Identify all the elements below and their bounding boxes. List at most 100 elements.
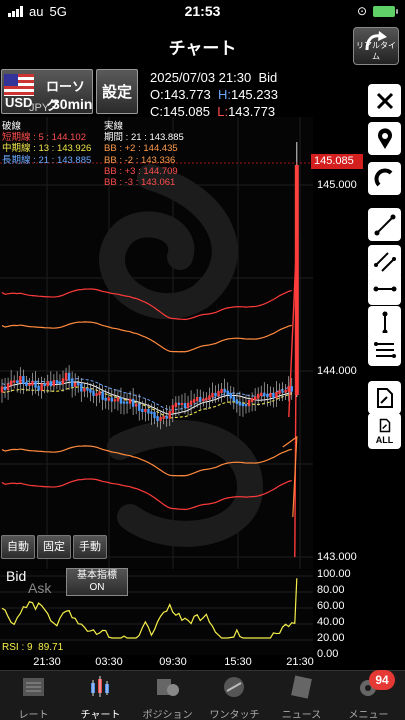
ask-label: Ask bbox=[28, 580, 52, 596]
candle-body bbox=[217, 391, 220, 397]
candle-body bbox=[13, 380, 16, 383]
fibonacci-button[interactable] bbox=[368, 333, 401, 366]
line-icon bbox=[374, 214, 395, 235]
tab-label: レート bbox=[18, 710, 49, 720]
candle-body bbox=[119, 397, 123, 404]
pin-icon bbox=[377, 127, 392, 149]
candle-body bbox=[278, 390, 281, 394]
price-axis: 145.000 144.000 143.000 100.00 80.00 60.… bbox=[313, 117, 363, 660]
candle-body bbox=[89, 388, 92, 393]
tab-bar: レート チャート ポジション ワンタッチ ニュース メニュー bbox=[0, 670, 405, 720]
tab-label: チャート bbox=[80, 710, 121, 720]
candle-body bbox=[6, 383, 10, 391]
candle-body bbox=[269, 393, 272, 398]
open-label: O: bbox=[150, 87, 164, 102]
delete-icon bbox=[376, 387, 393, 408]
ma-legend: 破線 短期線 : 5 : 144.102 中期線 : 13 : 143.926 … bbox=[2, 121, 91, 166]
news-icon bbox=[291, 675, 312, 699]
candle-body bbox=[138, 403, 141, 411]
price-tick: 145.000 bbox=[317, 179, 357, 191]
indicator-toggle-state: ON bbox=[89, 582, 105, 593]
candle-body bbox=[214, 392, 217, 397]
tab-label: メニュー bbox=[348, 710, 389, 720]
auto-scale-button[interactable]: 自動 bbox=[1, 535, 35, 559]
usd-flag-icon bbox=[4, 74, 34, 96]
candle-body bbox=[250, 398, 254, 402]
ma-value: 143.885 bbox=[56, 154, 92, 166]
candle-body bbox=[180, 402, 184, 406]
delete-all-button[interactable]: ALL bbox=[368, 413, 401, 449]
price-tick: 144.000 bbox=[317, 365, 357, 377]
time-tick: 03:30 bbox=[95, 656, 123, 668]
bb-upper-2-line bbox=[1, 321, 292, 353]
horizontal-line-button[interactable] bbox=[368, 272, 401, 305]
tab-label: ワンタッチ bbox=[209, 710, 260, 720]
bb-period-label: 期間 bbox=[104, 132, 124, 144]
candle-body bbox=[253, 396, 257, 401]
candle-body bbox=[34, 381, 37, 388]
candle-body bbox=[101, 391, 104, 400]
indicator-toggle-button[interactable]: 基本指標 ON bbox=[66, 568, 128, 596]
sell-buy-icon bbox=[224, 677, 244, 697]
bb-legend-row: BB : +3 : 144.709 bbox=[104, 165, 178, 177]
candle-body bbox=[205, 397, 208, 401]
candle-body bbox=[16, 380, 19, 384]
bb-period: 21 bbox=[130, 132, 142, 144]
candle-body bbox=[165, 415, 168, 419]
delete-drawing-button[interactable] bbox=[368, 381, 401, 414]
candle-body bbox=[232, 396, 235, 402]
bb-legend-row: BB : -3 : 143.061 bbox=[104, 177, 176, 189]
candle-body bbox=[110, 397, 113, 402]
bb-value: 144.435 bbox=[143, 143, 178, 155]
bb-sigma: +3 bbox=[124, 165, 136, 177]
fixed-scale-button[interactable]: 固定 bbox=[37, 535, 71, 559]
nav-bar: チャート リアルタイム bbox=[0, 24, 405, 68]
bb-label: BB bbox=[104, 154, 117, 166]
tab-onetouch[interactable]: ワンタッチ bbox=[201, 671, 268, 720]
high-label: H: bbox=[217, 87, 231, 102]
time-tick: 15:30 bbox=[224, 656, 252, 668]
rsi-label-text: RSI : 9 bbox=[2, 642, 33, 653]
ma-value: 144.102 bbox=[51, 132, 86, 144]
pin-button[interactable] bbox=[368, 122, 401, 155]
tab-rate[interactable]: レート bbox=[0, 671, 67, 720]
bb-value: 143.061 bbox=[140, 177, 176, 189]
quote-datetime: 2025/07/03 21:30 bbox=[150, 70, 252, 85]
bb-label: BB bbox=[104, 165, 117, 177]
candle-body bbox=[186, 402, 190, 409]
tab-news[interactable]: ニュース bbox=[268, 671, 335, 720]
rsi-tick: 40.00 bbox=[317, 616, 345, 628]
candle-body bbox=[95, 393, 98, 396]
candle-body bbox=[55, 380, 59, 384]
bb-legend-row: BB : +2 : 144.435 bbox=[104, 143, 178, 155]
candle-body bbox=[0, 386, 4, 393]
price-tick: 143.000 bbox=[317, 551, 357, 563]
rsi-tick: 100.00 bbox=[317, 568, 351, 580]
candle-body bbox=[77, 382, 80, 386]
ma-label: 中期線 bbox=[2, 143, 31, 155]
magnet-button[interactable] bbox=[368, 162, 401, 195]
ma-legend-row: 長期線 : 21 : 143.885 bbox=[2, 154, 92, 166]
candle-body bbox=[275, 391, 278, 399]
symbol-selector[interactable]: ローソク USD JPY 30min bbox=[1, 69, 93, 114]
bb-middle-line bbox=[1, 381, 292, 415]
manual-scale-button[interactable]: 手動 bbox=[73, 535, 107, 559]
candle-body bbox=[9, 380, 13, 386]
tab-chart[interactable]: チャート bbox=[67, 671, 134, 720]
trendline-button[interactable] bbox=[368, 208, 401, 241]
candle-body bbox=[153, 411, 156, 419]
bb-period-value: 143.885 bbox=[149, 132, 184, 144]
bb-label: BB bbox=[104, 177, 117, 189]
bb-legend-header: 実線 bbox=[104, 121, 124, 132]
delete-all-label: ALL bbox=[375, 434, 394, 445]
bb-period-row: 期間 : 21 : 143.885 bbox=[104, 132, 184, 144]
candle-body bbox=[74, 382, 77, 387]
tab-position[interactable]: ポジション bbox=[134, 671, 201, 720]
settings-button[interactable]: 設定 bbox=[96, 69, 138, 114]
candle-body bbox=[122, 401, 126, 404]
close-button[interactable] bbox=[368, 84, 401, 117]
rsi-tick: 20.00 bbox=[317, 632, 345, 644]
bb-sigma: -3 bbox=[124, 177, 134, 189]
bid-ask-toggle[interactable]: Bid Ask bbox=[2, 568, 64, 598]
realtime-button[interactable]: リアルタイム bbox=[353, 27, 399, 65]
